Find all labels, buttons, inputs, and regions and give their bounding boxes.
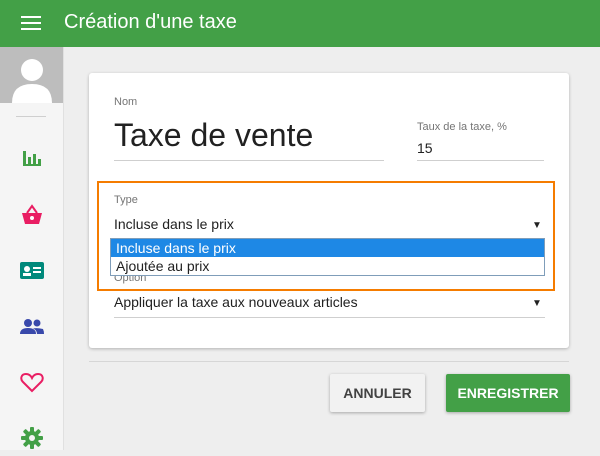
heart-icon bbox=[20, 372, 44, 393]
avatar[interactable] bbox=[0, 47, 63, 103]
focus-highlight bbox=[97, 181, 555, 291]
rate-underline bbox=[417, 160, 544, 161]
app-bar: Création d'une taxe bbox=[0, 0, 600, 47]
sidebar-item-sales[interactable] bbox=[19, 202, 45, 228]
rate-label: Taux de la taxe, % bbox=[417, 121, 507, 133]
option-select[interactable]: Appliquer la taxe aux nouveaux articles bbox=[114, 294, 358, 310]
basket-icon bbox=[22, 204, 42, 224]
sidebar-item-settings[interactable] bbox=[19, 425, 45, 451]
bar-chart-icon bbox=[23, 151, 41, 166]
cancel-button[interactable]: ANNULER bbox=[330, 374, 425, 412]
menu-icon[interactable] bbox=[21, 15, 41, 32]
sidebar bbox=[0, 47, 64, 450]
page-title: Création d'une taxe bbox=[64, 11, 237, 33]
rate-field[interactable]: 15 bbox=[417, 140, 433, 156]
option-underline bbox=[114, 317, 545, 318]
sidebar-item-employees[interactable] bbox=[19, 313, 45, 339]
sidebar-item-reports[interactable] bbox=[19, 145, 45, 171]
avatar-icon bbox=[12, 59, 52, 103]
name-underline bbox=[114, 160, 384, 161]
people-icon bbox=[20, 319, 44, 334]
actions-divider bbox=[89, 361, 569, 362]
name-label: Nom bbox=[114, 96, 138, 108]
option-caret-icon[interactable]: ▼ bbox=[532, 298, 542, 309]
contact-card-icon bbox=[20, 262, 44, 279]
gear-icon bbox=[21, 427, 43, 449]
sidebar-item-contacts[interactable] bbox=[19, 257, 45, 283]
sidebar-divider bbox=[16, 116, 46, 117]
name-field[interactable]: Taxe de vente bbox=[114, 117, 313, 154]
sidebar-item-favorites[interactable] bbox=[19, 369, 45, 395]
save-button[interactable]: ENREGISTRER bbox=[446, 374, 570, 412]
